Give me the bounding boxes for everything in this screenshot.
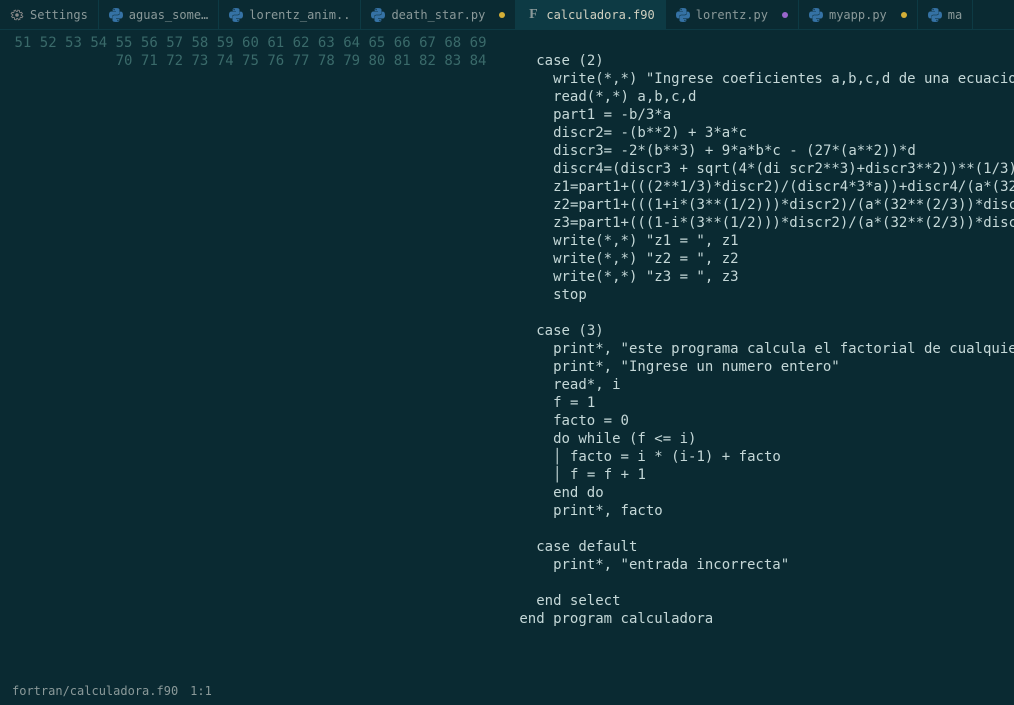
code-line[interactable]	[503, 34, 1014, 52]
code-line[interactable]: discr4=(discr3 + sqrt(4*(di scr2**3)+dis…	[503, 160, 1014, 178]
tab-myapp-py[interactable]: myapp.py	[799, 0, 918, 29]
settings-icon	[10, 8, 24, 22]
tab-ma[interactable]: ma	[918, 0, 973, 29]
code-line[interactable]: z2=part1+(((1+i*(3**(1/2)))*discr2)/(a*(…	[503, 196, 1014, 214]
tab-label: Settings	[30, 8, 88, 22]
tab-calculadora-f90[interactable]: Fcalculadora.f90	[516, 0, 665, 29]
code-line[interactable]: z3=part1+(((1-i*(3**(1/2)))*discr2)/(a*(…	[503, 214, 1014, 232]
code-line[interactable]	[503, 628, 1014, 646]
code-line[interactable]: write(*,*) "z2 = ", z2	[503, 250, 1014, 268]
code-line[interactable]: write(*,*) "z3 = ", z3	[503, 268, 1014, 286]
tab-label: calculadora.f90	[546, 8, 654, 22]
python-icon	[809, 8, 823, 22]
status-bar: fortran/calculadora.f90 1:1	[0, 677, 1014, 705]
code-line[interactable]: discr2= -(b**2) + 3*a*c	[503, 124, 1014, 142]
python-icon	[229, 8, 243, 22]
code-line[interactable]: print*, facto	[503, 502, 1014, 520]
code-line[interactable]: case (2)	[503, 52, 1014, 70]
code-line[interactable]: z1=part1+(((2**1/3)*discr2)/(discr4*3*a)…	[503, 178, 1014, 196]
tab-label: myapp.py	[829, 8, 887, 22]
editor-area: 51 52 53 54 55 56 57 58 59 60 61 62 63 6…	[0, 30, 1014, 675]
code-line[interactable]: print*, "Ingrese un numero entero"	[503, 358, 1014, 376]
code-line[interactable]: part1 = -b/3*a	[503, 106, 1014, 124]
code-line[interactable]: print*, "entrada incorrecta"	[503, 556, 1014, 574]
code-content[interactable]: case (2) write(*,*) "Ingrese coeficiente…	[495, 30, 1014, 675]
code-line[interactable]: │ facto = i * (i-1) + facto	[503, 448, 1014, 466]
tab-label: aguas_some…	[129, 8, 208, 22]
status-cursor-position: 1:1	[190, 684, 212, 698]
code-line[interactable]: write(*,*) "z1 = ", z1	[503, 232, 1014, 250]
code-line[interactable]: do while (f <= i)	[503, 430, 1014, 448]
code-line[interactable]: read*, i	[503, 376, 1014, 394]
code-line[interactable]: case default	[503, 538, 1014, 556]
tab-settings[interactable]: Settings	[0, 0, 99, 29]
fortran-icon: F	[526, 8, 540, 22]
tab-lorentz-py[interactable]: lorentz.py	[666, 0, 799, 29]
modified-indicator-icon	[901, 12, 907, 18]
code-line[interactable]: end do	[503, 484, 1014, 502]
code-line[interactable]: facto = 0	[503, 412, 1014, 430]
tab-aguas-some-[interactable]: aguas_some…	[99, 0, 219, 29]
code-line[interactable]: print*, "este programa calcula el factor…	[503, 340, 1014, 358]
code-line[interactable]: read(*,*) a,b,c,d	[503, 88, 1014, 106]
code-line[interactable]: case (3)	[503, 322, 1014, 340]
modified-indicator-icon	[499, 12, 505, 18]
code-line[interactable]	[503, 520, 1014, 538]
tab-death-star-py[interactable]: death_star.py	[361, 0, 516, 29]
tab-label: ma	[948, 8, 962, 22]
modified-indicator-icon	[782, 12, 788, 18]
tab-label: death_star.py	[391, 8, 485, 22]
python-icon	[371, 8, 385, 22]
tab-label: lorentz_anim..	[249, 8, 350, 22]
code-line[interactable]: end select	[503, 592, 1014, 610]
code-line[interactable]: discr3= -2*(b**3) + 9*a*b*c - (27*(a**2)…	[503, 142, 1014, 160]
code-line[interactable]: │ f = f + 1	[503, 466, 1014, 484]
code-line[interactable]: f = 1	[503, 394, 1014, 412]
python-icon	[928, 8, 942, 22]
code-line[interactable]	[503, 574, 1014, 592]
code-line[interactable]: write(*,*) "Ingrese coeficientes a,b,c,d…	[503, 70, 1014, 88]
status-filepath: fortran/calculadora.f90	[12, 684, 178, 698]
code-line[interactable]	[503, 304, 1014, 322]
python-icon	[676, 8, 690, 22]
tab-label: lorentz.py	[696, 8, 768, 22]
tab-bar: Settings aguas_some… lorentz_anim.. death_s…	[0, 0, 1014, 30]
python-icon	[109, 8, 123, 22]
line-number-gutter: 51 52 53 54 55 56 57 58 59 60 61 62 63 6…	[0, 30, 495, 675]
tab-lorentz-anim--[interactable]: lorentz_anim..	[219, 0, 361, 29]
code-line[interactable]: stop	[503, 286, 1014, 304]
code-line[interactable]: end program calculadora	[503, 610, 1014, 628]
